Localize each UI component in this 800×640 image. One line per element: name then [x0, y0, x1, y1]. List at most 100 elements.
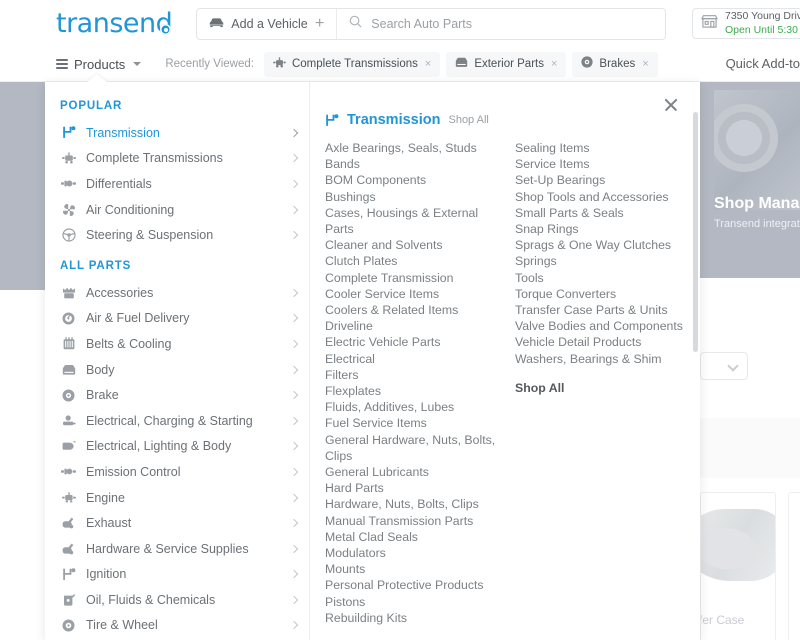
search-input[interactable]: Search Auto Parts [371, 17, 472, 31]
recent-chip-exterior-parts[interactable]: Exterior Parts × [446, 52, 566, 77]
close-icon[interactable]: × [642, 58, 648, 70]
subcategory-link[interactable]: Small Parts & Seals [515, 205, 690, 221]
subcategory-link[interactable]: General Lubricants [325, 464, 505, 480]
subcategory-link[interactable]: Set-Up Bearings [515, 172, 690, 188]
close-icon[interactable]: × [425, 58, 431, 70]
subcategory-link[interactable]: Torque Converters [515, 286, 690, 302]
sidebar-item-engine[interactable]: Engine [45, 485, 309, 511]
close-icon[interactable] [662, 96, 680, 114]
sidebar-item-ignition[interactable]: Ignition [45, 562, 309, 588]
subcategory-link[interactable]: Metal Clad Seals [325, 529, 505, 545]
shop-all-link[interactable]: Shop All [448, 114, 488, 126]
add-vehicle-plus-icon[interactable]: + [315, 16, 324, 32]
quick-add-to-label[interactable]: Quick Add-to [726, 56, 800, 71]
product-card-next[interactable] [788, 492, 800, 640]
subcategory-link[interactable]: Coolers & Related Items [325, 302, 505, 318]
add-vehicle-label: Add a Vehicle [231, 17, 307, 31]
fuel-gauge-icon [60, 312, 77, 325]
subcategory-link[interactable]: Shop Tools and Accessories [515, 189, 690, 205]
subcategory-link[interactable]: Electrical [325, 351, 505, 367]
sidebar-item-label: Differentials [86, 177, 152, 191]
hero-wheel-image [714, 90, 800, 210]
sidebar-item-air-conditioning[interactable]: Air Conditioning [45, 197, 309, 223]
sidebar-item-electrical-charging-starting[interactable]: Electrical, Charging & Starting [45, 408, 309, 434]
subcategory-link[interactable]: Mounts [325, 561, 505, 577]
transmission-gear-icon [325, 114, 339, 127]
sidebar-item-oil-fluids-chemicals[interactable]: Oil, Fluids & Chemicals [45, 587, 309, 613]
shop-all-link[interactable]: Shop All [515, 380, 690, 396]
subcategory-link[interactable]: Bushings [325, 189, 505, 205]
sidebar-item-label: Electrical, Charging & Starting [86, 414, 253, 428]
storefront-icon [701, 13, 718, 34]
subcategory-link[interactable]: Tools [515, 270, 690, 286]
subcategory-link[interactable]: Cooler Service Items [325, 286, 505, 302]
subcategory-link[interactable]: Electric Vehicle Parts [325, 334, 505, 350]
subcategory-link[interactable]: Filters [325, 367, 505, 383]
subcategory-link[interactable]: Fluids, Additives, Lubes [325, 399, 505, 415]
subcategory-link[interactable]: Valve Bodies and Components [515, 318, 690, 334]
chevron-right-icon [290, 544, 298, 552]
primary-navbar: Products Recently Viewed: Complete Trans… [0, 47, 800, 82]
sidebar-item-accessories[interactable]: Accessories [45, 280, 309, 306]
subcategory-link[interactable]: Snap Rings [515, 221, 690, 237]
sidebar-item-brake[interactable]: Brake [45, 382, 309, 408]
sidebar-item-tire-wheel[interactable]: Tire & Wheel [45, 613, 309, 639]
subcategory-link[interactable]: Rebuilding Kits [325, 610, 505, 626]
chevron-right-icon [290, 231, 298, 239]
sidebar-item-air-fuel-delivery[interactable]: Air & Fuel Delivery [45, 306, 309, 332]
subcategory-link[interactable]: Cases, Housings & External Parts [325, 205, 505, 237]
subcategory-link[interactable]: BOM Components [325, 172, 505, 188]
subcategory-link[interactable]: Driveline [325, 318, 505, 334]
subcategory-link[interactable]: Sprags & One Way Clutches [515, 237, 690, 253]
recent-chip-complete-transmissions[interactable]: Complete Transmissions × [264, 52, 440, 77]
subcategory-link[interactable]: Cleaner and Solvents [325, 237, 505, 253]
sidebar-item-transmission[interactable]: Transmission [45, 120, 309, 146]
hardware-icon [60, 543, 77, 555]
subcategory-link[interactable]: Washers, Bearings & Shim [515, 351, 690, 367]
transmission-gear-icon [60, 126, 77, 139]
sidebar-item-body[interactable]: Body [45, 357, 309, 383]
subcategory-link[interactable]: Vehicle Detail Products [515, 334, 690, 350]
recently-viewed-label: Recently Viewed: [165, 58, 254, 70]
subcategory-link[interactable]: Clutch Plates [325, 253, 505, 269]
subcategory-link[interactable]: Personal Protective Products [325, 577, 505, 593]
sidebar-item-emission-control[interactable]: Emission Control [45, 459, 309, 485]
sidebar-item-steering-suspension[interactable]: Steering & Suspension [45, 222, 309, 248]
products-menu-button[interactable]: Products [56, 57, 141, 72]
subcategory-link[interactable]: Hardware, Nuts, Bolts, Clips [325, 496, 505, 512]
subcategory-link[interactable]: Flexplates [325, 383, 505, 399]
subcategory-link[interactable]: Modulators [325, 545, 505, 561]
subcategory-link[interactable]: Service Items [515, 156, 690, 172]
sidebar-item-electrical-lighting-body[interactable]: Electrical, Lighting & Body [45, 434, 309, 460]
subcategory-link[interactable]: General Hardware, Nuts, Bolts, Clips [325, 432, 505, 464]
sidebar-item-complete-transmissions[interactable]: Complete Transmissions [45, 146, 309, 172]
add-vehicle-button[interactable]: Add a Vehicle + [197, 9, 337, 39]
alternator-icon [60, 415, 77, 427]
subcategory-link[interactable]: Hard Parts [325, 480, 505, 496]
subcategory-link[interactable]: Transfer Case Parts & Units [515, 302, 690, 318]
background-select[interactable] [700, 352, 748, 380]
subcategory-link[interactable]: Axle Bearings, Seals, Studs [325, 140, 505, 156]
store-locator[interactable]: 7350 Young Drive Open Until 5:30 PM [692, 8, 800, 39]
subcategory-link[interactable]: Sealing Items [515, 140, 690, 156]
scrollbar-thumb[interactable] [693, 112, 698, 352]
subcategory-link[interactable]: Complete Transmission [325, 270, 505, 286]
sidebar-item-belts-cooling[interactable]: Belts & Cooling [45, 331, 309, 357]
recent-chip-brakes[interactable]: Brakes × [572, 52, 657, 77]
panel-scrollbar[interactable] [693, 84, 698, 638]
subcategory-link[interactable]: Pistons [325, 594, 505, 610]
chevron-right-icon [290, 442, 298, 450]
search-field-wrap[interactable]: Search Auto Parts [337, 15, 665, 33]
store-hours: Open Until 5:30 PM [725, 24, 800, 37]
subcategory-link[interactable]: Springs [515, 253, 690, 269]
sidebar-item-hardware-service-supplies[interactable]: Hardware & Service Supplies [45, 536, 309, 562]
close-icon[interactable]: × [551, 58, 557, 70]
product-card[interactable]: sfer Case [700, 492, 776, 640]
sidebar-item-differentials[interactable]: Differentials [45, 171, 309, 197]
subcategory-link[interactable]: Manual Transmission Parts [325, 513, 505, 529]
chevron-down-icon [727, 360, 738, 371]
sidebar-item-exhaust[interactable]: Exhaust [45, 510, 309, 536]
logo[interactable]: transend [56, 8, 172, 39]
subcategory-link[interactable]: Fuel Service Items [325, 415, 505, 431]
subcategory-link[interactable]: Bands [325, 156, 505, 172]
